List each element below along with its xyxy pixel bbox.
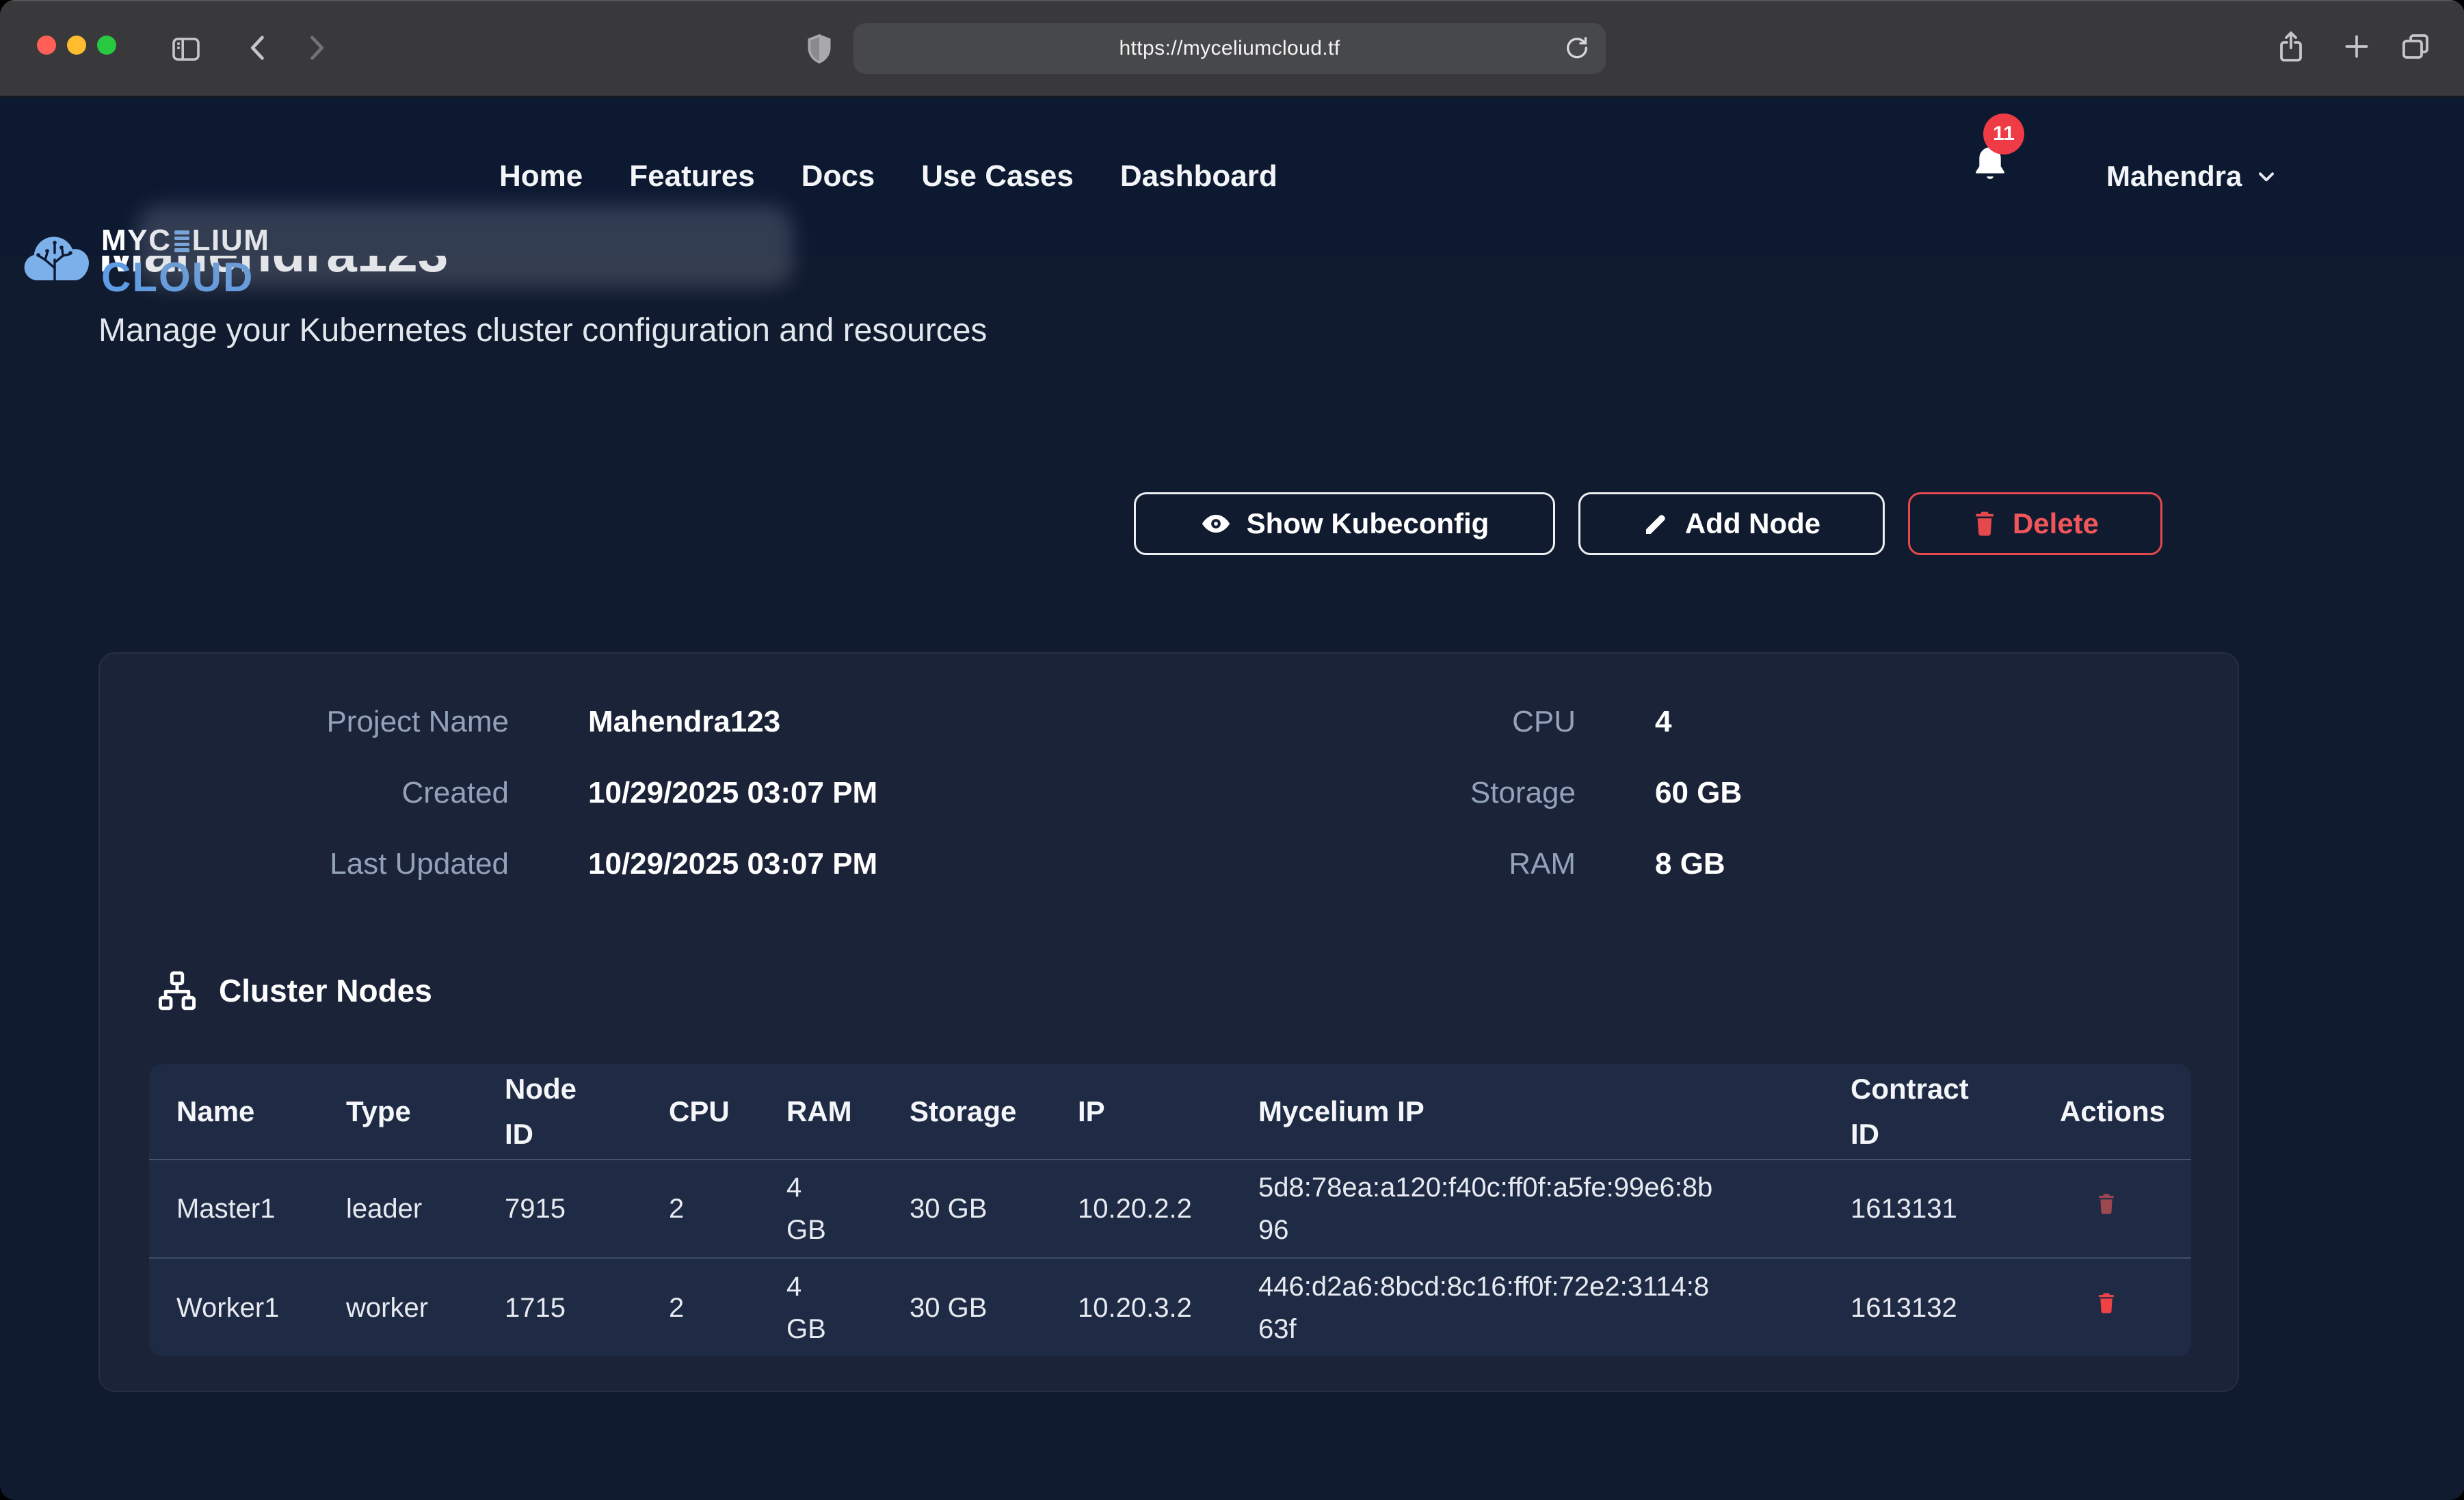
col-name: Name <box>149 1064 319 1160</box>
cell-actions <box>2032 1160 2191 1258</box>
cell-cpu: 2 <box>641 1258 759 1356</box>
network-icon <box>156 969 198 1012</box>
nav-link-features[interactable]: Features <box>629 159 754 193</box>
notifications-button[interactable]: 11 <box>1971 113 2034 190</box>
cell-ip: 10.20.2.2 <box>1050 1160 1231 1258</box>
new-tab-icon[interactable] <box>2342 31 2372 67</box>
add-node-label: Add Node <box>1685 507 1820 540</box>
privacy-shield-icon[interactable] <box>804 33 834 71</box>
cluster-panel: Project Name Mahendra123 CPU 4 Created 1… <box>98 652 2239 1392</box>
cell-actions <box>2032 1258 2191 1356</box>
cell-storage: 30 GB <box>882 1160 1050 1258</box>
address-bar[interactable]: https://myceliumcloud.tf <box>853 23 1606 74</box>
project-name-value: Mahendra123 <box>509 705 1083 739</box>
share-icon[interactable] <box>2275 29 2307 70</box>
sidebar-toggle-icon[interactable] <box>170 33 202 71</box>
mycelium-cloud-logo-icon[interactable] <box>22 223 93 289</box>
storage-label: Storage <box>1083 776 1576 810</box>
close-window-button[interactable] <box>37 36 56 55</box>
forward-icon[interactable] <box>298 30 334 71</box>
cluster-nodes-title: Cluster Nodes <box>219 972 432 1009</box>
table-header-row: Name Type Node ID CPU RAM Storage IP Myc… <box>149 1064 2191 1160</box>
col-type: Type <box>319 1064 477 1160</box>
trash-icon <box>1972 509 1998 538</box>
blurred-redaction-overlay <box>137 205 793 287</box>
cell-ram: 4 GB <box>759 1258 882 1356</box>
cell-ram: 4 GB <box>759 1160 882 1258</box>
browser-chrome: https://myceliumcloud.tf <box>0 0 2464 97</box>
created-value: 10/29/2025 03:07 PM <box>509 776 1083 810</box>
delete-cluster-button[interactable]: Delete <box>1908 492 2162 555</box>
cell-storage: 30 GB <box>882 1258 1050 1356</box>
nav-link-docs[interactable]: Docs <box>802 159 875 193</box>
cell-cpu: 2 <box>641 1160 759 1258</box>
col-node-id: Node ID <box>477 1064 641 1160</box>
cell-node-id: 1715 <box>477 1258 641 1356</box>
cpu-value: 4 <box>1576 705 2177 739</box>
col-contract-id: Contract ID <box>1823 1064 2032 1160</box>
cell-type: leader <box>319 1160 477 1258</box>
pencil-icon <box>1643 510 1670 537</box>
show-kubeconfig-label: Show Kubeconfig <box>1247 507 1489 540</box>
cell-node-id: 7915 <box>477 1160 641 1258</box>
show-kubeconfig-button[interactable]: Show Kubeconfig <box>1134 492 1555 555</box>
last-updated-label: Last Updated <box>100 847 509 881</box>
delete-label: Delete <box>2013 507 2099 540</box>
nav-link-dashboard[interactable]: Dashboard <box>1120 159 1277 193</box>
last-updated-value: 10/29/2025 03:07 PM <box>509 847 1083 881</box>
storage-value: 60 GB <box>1576 776 2177 810</box>
browser-window: https://myceliumcloud.tf <box>0 0 2464 1500</box>
eye-icon <box>1200 508 1232 539</box>
cell-contract-id: 1613132 <box>1823 1258 2032 1356</box>
user-menu[interactable]: Mahendra <box>2106 97 2279 256</box>
cell-name: Master1 <box>149 1160 319 1258</box>
table-row: Worker1 worker 1715 2 4 GB 30 GB 10.20.3… <box>149 1258 2191 1356</box>
col-ip: IP <box>1050 1064 1231 1160</box>
project-name-label: Project Name <box>100 705 509 739</box>
nav-link-use-cases[interactable]: Use Cases <box>921 159 1074 193</box>
back-icon[interactable] <box>241 30 276 71</box>
minimize-window-button[interactable] <box>67 36 86 55</box>
chevron-down-icon <box>2254 164 2279 189</box>
delete-node-button[interactable] <box>2095 1190 2117 1218</box>
notification-count-badge: 11 <box>1983 113 2024 155</box>
cell-ip: 10.20.3.2 <box>1050 1258 1231 1356</box>
user-name: Mahendra <box>2106 160 2242 193</box>
col-cpu: CPU <box>641 1064 759 1160</box>
cluster-info-grid: Project Name Mahendra123 CPU 4 Created 1… <box>100 686 2177 900</box>
reload-icon[interactable] <box>1563 34 1591 67</box>
cell-mycelium-ip: 5d8:78ea:a120:f40c:ff0f:a5fe:99e6:8b96 <box>1231 1160 1823 1258</box>
trash-icon <box>2095 1190 2117 1218</box>
url-text: https://myceliumcloud.tf <box>1119 37 1340 60</box>
ram-label: RAM <box>1083 847 1576 881</box>
col-actions: Actions <box>2032 1064 2191 1160</box>
cell-contract-id: 1613131 <box>1823 1160 2032 1258</box>
cpu-label: CPU <box>1083 705 1576 739</box>
col-mycelium-ip: Mycelium IP <box>1231 1064 1823 1160</box>
cell-mycelium-ip: 446:d2a6:8bcd:8c16:ff0f:72e2:3114:863f <box>1231 1258 1823 1356</box>
cluster-nodes-heading: Cluster Nodes <box>156 969 432 1012</box>
cell-type: worker <box>319 1258 477 1356</box>
col-ram: RAM <box>759 1064 882 1160</box>
add-node-button[interactable]: Add Node <box>1578 492 1885 555</box>
traffic-lights <box>37 36 116 55</box>
ram-value: 8 GB <box>1576 847 2177 881</box>
cell-name: Worker1 <box>149 1258 319 1356</box>
delete-node-button[interactable] <box>2095 1289 2117 1317</box>
table-row: Master1 leader 7915 2 4 GB 30 GB 10.20.2… <box>149 1160 2191 1258</box>
trash-icon <box>2095 1289 2117 1317</box>
zoom-window-button[interactable] <box>97 36 116 55</box>
page-subtitle: Manage your Kubernetes cluster configura… <box>98 312 987 349</box>
col-storage: Storage <box>882 1064 1050 1160</box>
nav-link-home[interactable]: Home <box>499 159 583 193</box>
tab-overview-icon[interactable] <box>2399 30 2432 68</box>
created-label: Created <box>100 776 509 810</box>
nodes-table: Name Type Node ID CPU RAM Storage IP Myc… <box>149 1064 2191 1356</box>
